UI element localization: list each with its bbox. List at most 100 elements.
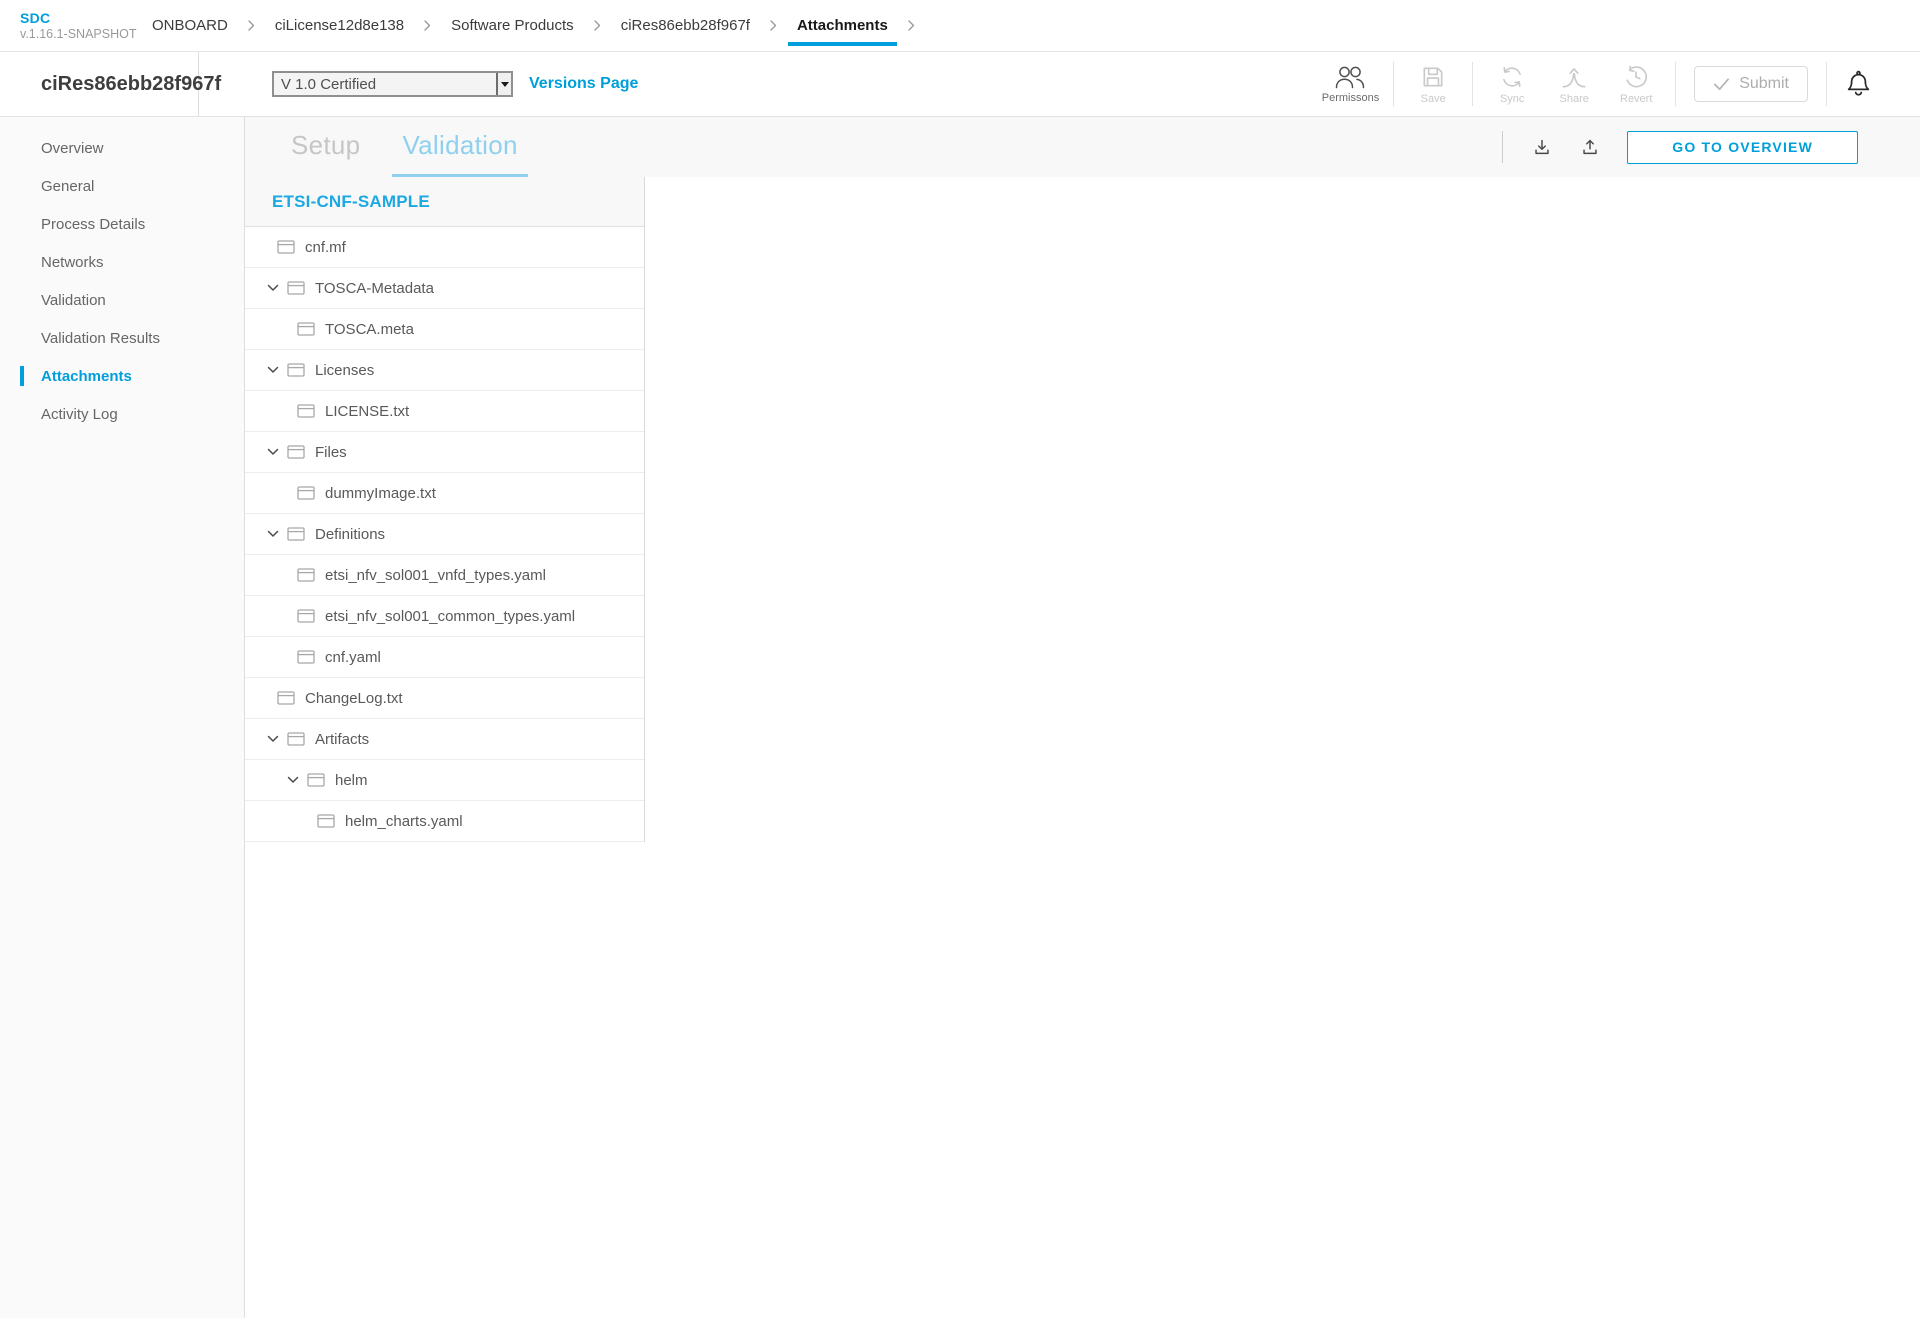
chevron-down-icon[interactable] bbox=[287, 776, 307, 784]
tree-item-label: etsi_nfv_sol001_vnfd_types.yaml bbox=[325, 567, 546, 584]
file-icon bbox=[297, 404, 315, 418]
download-icon[interactable] bbox=[1531, 136, 1553, 158]
file-icon bbox=[297, 609, 315, 623]
sidebar-item-general[interactable]: General bbox=[0, 167, 244, 205]
tree-item-label: helm_charts.yaml bbox=[345, 813, 463, 830]
share-button: Share bbox=[1549, 64, 1599, 105]
breadcrumb-item-onboard[interactable]: ONBOARD bbox=[152, 0, 228, 51]
tree-row-tosca-meta[interactable]: TOSCA.meta bbox=[245, 309, 644, 350]
chevron-right-icon bbox=[424, 20, 431, 31]
chevron-down-icon[interactable] bbox=[267, 530, 287, 538]
version-select[interactable]: V 1.0 Certified bbox=[272, 71, 513, 97]
tree-row-changelog-txt[interactable]: ChangeLog.txt bbox=[245, 678, 644, 719]
tree-row-license-txt[interactable]: LICENSE.txt bbox=[245, 391, 644, 432]
chevron-down-icon[interactable] bbox=[267, 284, 287, 292]
active-crumb-underline bbox=[788, 42, 897, 46]
tree-item-label: Files bbox=[315, 444, 347, 461]
work-area: ETSI-CNF-SAMPLE cnf.mf TOSCA-Metadata TO… bbox=[245, 177, 1920, 1318]
tree-row-cnf-mf[interactable]: cnf.mf bbox=[245, 227, 644, 268]
file-icon bbox=[297, 322, 315, 336]
tree-row-licenses[interactable]: Licenses bbox=[245, 350, 644, 391]
header-divider bbox=[1826, 62, 1827, 106]
breadcrumb-item-attachments[interactable]: Attachments bbox=[797, 0, 888, 51]
bell-icon[interactable] bbox=[1845, 70, 1872, 99]
share-icon bbox=[1560, 64, 1588, 90]
tab-validation[interactable]: Validation bbox=[392, 117, 527, 177]
submit-button[interactable]: Submit bbox=[1694, 66, 1808, 102]
tree-row-files[interactable]: Files bbox=[245, 432, 644, 473]
app-version-text: v.1.16.1-SNAPSHOT bbox=[20, 27, 152, 41]
tree-item-label: Artifacts bbox=[315, 731, 369, 748]
sidebar-item-validation[interactable]: Validation bbox=[0, 281, 244, 319]
breadcrumb-item-cires86ebb28f967f[interactable]: ciRes86ebb28f967f bbox=[621, 0, 750, 51]
file-icon bbox=[317, 814, 335, 828]
upload-icon[interactable] bbox=[1579, 136, 1601, 158]
tree-item-label: TOSCA-Metadata bbox=[315, 280, 434, 297]
tree-header: ETSI-CNF-SAMPLE bbox=[245, 177, 644, 227]
file-icon bbox=[287, 363, 305, 377]
chevron-down-icon[interactable] bbox=[267, 448, 287, 456]
tab-bar: Setup Validation GO TO OVERVIEW bbox=[245, 117, 1920, 177]
save-icon bbox=[1420, 64, 1446, 90]
chevron-down-icon[interactable] bbox=[267, 735, 287, 743]
title-block: ciRes86ebb28f967f bbox=[0, 52, 199, 116]
action-label: Share bbox=[1560, 93, 1589, 105]
empty-detail-area bbox=[645, 177, 1920, 1318]
toolbar-divider bbox=[1502, 131, 1503, 163]
tree-row-etsi-nfv-sol001-common-types-yaml[interactable]: etsi_nfv_sol001_common_types.yaml bbox=[245, 596, 644, 637]
action-label: Permissons bbox=[1322, 92, 1379, 104]
app-logo[interactable]: SDC v.1.16.1-SNAPSHOT bbox=[0, 10, 152, 41]
tree-row-definitions[interactable]: Definitions bbox=[245, 514, 644, 555]
check-icon bbox=[1713, 77, 1730, 91]
tree-row-helm-charts-yaml[interactable]: helm_charts.yaml bbox=[245, 801, 644, 842]
tree-row-artifacts[interactable]: Artifacts bbox=[245, 719, 644, 760]
sidebar-item-attachments[interactable]: Attachments bbox=[0, 357, 244, 395]
save-button: Save bbox=[1408, 64, 1458, 105]
chevron-right-icon bbox=[248, 20, 255, 31]
file-icon bbox=[287, 732, 305, 746]
tree-root-label: ETSI-CNF-SAMPLE bbox=[272, 192, 430, 212]
tree-row-dummyimage-txt[interactable]: dummyImage.txt bbox=[245, 473, 644, 514]
permissons-button[interactable]: Permissons bbox=[1322, 64, 1379, 104]
sidebar-item-validation-results[interactable]: Validation Results bbox=[0, 319, 244, 357]
file-icon bbox=[287, 527, 305, 541]
tree-row-etsi-nfv-sol001-vnfd-types-yaml[interactable]: etsi_nfv_sol001_vnfd_types.yaml bbox=[245, 555, 644, 596]
sidebar-item-overview[interactable]: Overview bbox=[0, 129, 244, 167]
top-bar: SDC v.1.16.1-SNAPSHOT ONBOARD ciLicense12… bbox=[0, 0, 1920, 52]
tree-row-helm[interactable]: helm bbox=[245, 760, 644, 801]
app-logo-text: SDC bbox=[20, 10, 152, 26]
tree-item-label: etsi_nfv_sol001_common_types.yaml bbox=[325, 608, 575, 625]
chevron-right-icon bbox=[594, 20, 601, 31]
sync-icon bbox=[1498, 64, 1526, 90]
tabs: Setup Validation bbox=[281, 117, 550, 177]
page-title: ciRes86ebb28f967f bbox=[41, 73, 221, 96]
file-icon bbox=[287, 445, 305, 459]
sidebar-item-process-details[interactable]: Process Details bbox=[0, 205, 244, 243]
tab-bar-right: GO TO OVERVIEW bbox=[1502, 117, 1920, 177]
sidebar-item-networks[interactable]: Networks bbox=[0, 243, 244, 281]
attachments-tree-panel: ETSI-CNF-SAMPLE cnf.mf TOSCA-Metadata TO… bbox=[245, 177, 645, 842]
go-to-overview-button[interactable]: GO TO OVERVIEW bbox=[1627, 131, 1858, 164]
breadcrumb: ONBOARD ciLicense12d8e138 Software Product… bbox=[152, 0, 935, 51]
file-icon bbox=[277, 240, 295, 254]
versions-page-link[interactable]: Versions Page bbox=[529, 75, 638, 93]
page-header: ciRes86ebb28f967f V 1.0 Certified Versio… bbox=[0, 52, 1920, 117]
breadcrumb-item-cilicense12d8e138[interactable]: ciLicense12d8e138 bbox=[275, 0, 404, 51]
header-divider bbox=[1675, 62, 1676, 106]
tab-setup[interactable]: Setup bbox=[281, 117, 370, 177]
action-label: Revert bbox=[1620, 93, 1652, 105]
chevron-down-icon[interactable] bbox=[267, 366, 287, 374]
header-divider bbox=[1472, 62, 1473, 106]
tree-row-tosca-metadata[interactable]: TOSCA-Metadata bbox=[245, 268, 644, 309]
tree-item-label: Definitions bbox=[315, 526, 385, 543]
breadcrumb-item-software-products[interactable]: Software Products bbox=[451, 0, 574, 51]
file-icon bbox=[277, 691, 295, 705]
sidebar-item-activity-log[interactable]: Activity Log bbox=[0, 395, 244, 433]
sidebar-nav: OverviewGeneralProcess DetailsNetworksVa… bbox=[0, 117, 245, 1318]
tree-item-label: TOSCA.meta bbox=[325, 321, 414, 338]
tree-item-label: dummyImage.txt bbox=[325, 485, 436, 502]
header-actions: Permissons Save Sync Share Revert Submit bbox=[1316, 62, 1920, 106]
sync-button: Sync bbox=[1487, 64, 1537, 105]
version-select-value: V 1.0 Certified bbox=[274, 73, 496, 95]
tree-row-cnf-yaml[interactable]: cnf.yaml bbox=[245, 637, 644, 678]
